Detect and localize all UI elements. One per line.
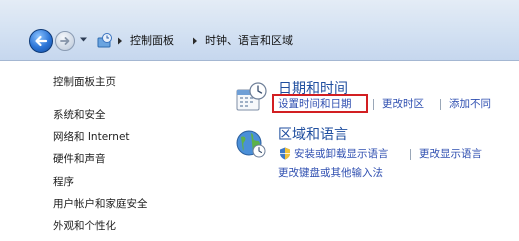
forward-button[interactable] [55,31,75,51]
sidebar-item-hardware-sound[interactable]: 硬件和声音 [53,152,106,166]
breadcrumb-control-panel[interactable]: 控制面板 [130,33,174,49]
link-add-clocks[interactable]: 添加不同 [449,97,491,111]
link-divider [373,99,374,110]
control-panel-icon [97,33,112,48]
link-change-keyboards-input-methods[interactable]: 更改键盘或其他输入法 [278,166,383,180]
sidebar-item-control-panel-home[interactable]: 控制面板主页 [53,75,116,89]
calendar-clock-icon[interactable] [235,81,267,113]
highlight-box [272,94,368,113]
link-install-uninstall-display-languages[interactable]: 安装或卸载显示语言 [294,147,389,161]
sidebar-item-appearance[interactable]: 外观和个性化 [53,219,116,233]
sidebar-item-network-internet[interactable]: 网络和 Internet [53,130,130,144]
link-divider [440,99,441,110]
sidebar-item-user-accounts[interactable]: 用户帐户和家庭安全 [53,197,148,211]
globe-clock-icon[interactable] [235,127,267,159]
breadcrumb-separator-icon[interactable] [192,37,198,45]
back-button[interactable] [29,29,53,53]
link-change-display-language[interactable]: 更改显示语言 [419,147,482,161]
category-title-region-language[interactable]: 区域和语言 [278,127,348,144]
link-divider [410,149,411,160]
explorer-toolbar [0,0,519,61]
sidebar-item-system-security[interactable]: 系统和安全 [53,108,106,122]
recent-pages-dropdown[interactable] [79,36,88,43]
link-change-time-zone[interactable]: 更改时区 [382,97,424,111]
forward-arrow-icon [60,37,70,45]
breadcrumb-separator-icon [118,37,122,45]
sidebar-item-programs[interactable]: 程序 [53,175,74,189]
breadcrumb-clock-language-region[interactable]: 时钟、语言和区域 [205,33,293,49]
back-arrow-icon [35,35,48,47]
uac-shield-icon [280,147,290,160]
